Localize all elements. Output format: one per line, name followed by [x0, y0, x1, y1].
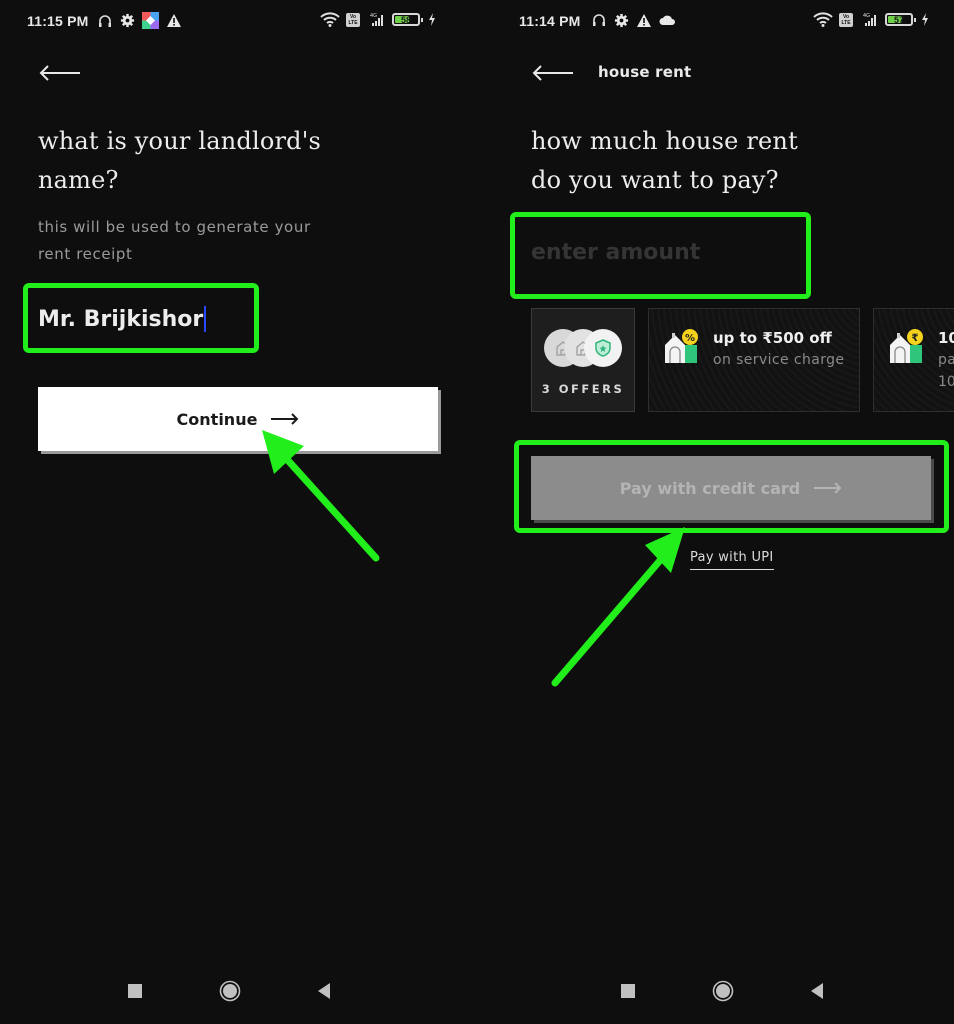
signal-4g-icon: 4G — [859, 12, 879, 27]
helper-text: this will be used to generate your rent … — [38, 218, 311, 263]
svg-text:₹: ₹ — [912, 333, 919, 344]
back-triangle-icon — [811, 983, 823, 999]
warning-icon — [636, 13, 652, 28]
wifi-icon — [813, 12, 833, 27]
recents-square-icon — [128, 984, 142, 998]
charging-icon — [921, 13, 929, 26]
back-button[interactable] — [531, 62, 575, 84]
recents-button[interactable] — [617, 980, 639, 1002]
settings-gear-icon — [120, 13, 135, 28]
svg-text:4G: 4G — [370, 13, 377, 19]
back-nav-button[interactable] — [806, 980, 828, 1002]
house-percent-badge-icon: % — [665, 329, 698, 363]
settings-gear-icon — [614, 13, 629, 28]
back-button[interactable] — [38, 62, 82, 84]
pay-with-credit-card-button[interactable]: Pay with credit card — [531, 456, 931, 520]
offer-coin-shield-icon — [584, 329, 622, 367]
page-question: what is your landlord's name? — [38, 127, 322, 194]
status-time: 11:14 PM — [519, 13, 581, 29]
charging-icon — [428, 13, 436, 26]
amount-input[interactable] — [531, 232, 801, 272]
house-rupee-badge-icon: ₹ — [890, 329, 923, 363]
back-nav-button[interactable] — [313, 980, 335, 1002]
battery-icon: 58 — [392, 13, 423, 26]
offers-count-label: 3 OFFERS — [541, 382, 625, 396]
landlord-name-input[interactable]: Mr. Brijkishor — [38, 300, 258, 338]
offer-subtitle: on service charge — [713, 352, 845, 368]
status-bar: 11:14 PM Vo LTE 4G 57 — [477, 8, 954, 36]
offer-detail: 10 — [938, 374, 954, 390]
back-triangle-icon — [318, 983, 330, 999]
home-circle-icon — [219, 980, 241, 1002]
offer-card[interactable]: % up to ₹500 off on service charge — [648, 308, 860, 412]
svg-text:4G: 4G — [863, 13, 870, 19]
offer-card[interactable]: ₹ 10 pa 10 — [873, 308, 954, 412]
nav-bar — [477, 960, 954, 1024]
continue-button[interactable]: Continue — [38, 387, 438, 451]
recents-square-icon — [621, 984, 635, 998]
recents-button[interactable] — [124, 980, 146, 1002]
signal-4g-icon: 4G — [366, 12, 386, 27]
back-arrow-icon — [39, 65, 80, 81]
volte-icon: Vo LTE — [346, 12, 360, 27]
home-circle-icon — [712, 980, 734, 1002]
volte-icon: Vo LTE — [839, 12, 853, 27]
home-button[interactable] — [219, 980, 241, 1002]
wifi-icon — [320, 12, 340, 27]
back-arrow-icon — [532, 65, 573, 81]
offers-count-card[interactable]: 3 OFFERS — [531, 308, 635, 412]
page-title: house rent — [598, 63, 692, 81]
text-caret — [204, 306, 207, 332]
arrow-right-icon — [271, 413, 299, 425]
offer-subtitle: pa — [938, 352, 954, 368]
battery-icon: 57 — [885, 13, 916, 26]
status-time: 11:15 PM — [27, 13, 89, 29]
home-button[interactable] — [712, 980, 734, 1002]
arrow-right-icon — [814, 482, 842, 494]
offer-title: up to ₹500 off — [713, 329, 832, 347]
app-colorful-icon — [142, 12, 159, 29]
page-question: how much house rent do you want to pay? — [531, 127, 798, 194]
headset-icon — [591, 12, 607, 28]
status-bar: 11:15 PM Vo LTE 4G 58 — [0, 8, 477, 36]
svg-text:%: % — [685, 333, 695, 344]
warning-icon — [166, 13, 182, 28]
cloud-icon — [659, 14, 676, 26]
nav-bar — [0, 960, 477, 1024]
headset-icon — [97, 13, 113, 29]
pay-with-upi-link[interactable]: Pay with UPI — [690, 550, 774, 570]
offer-title: 10 — [938, 329, 954, 347]
landlord-name-screen: 11:15 PM Vo LTE 4G 58 what is your landl… — [0, 0, 477, 1024]
